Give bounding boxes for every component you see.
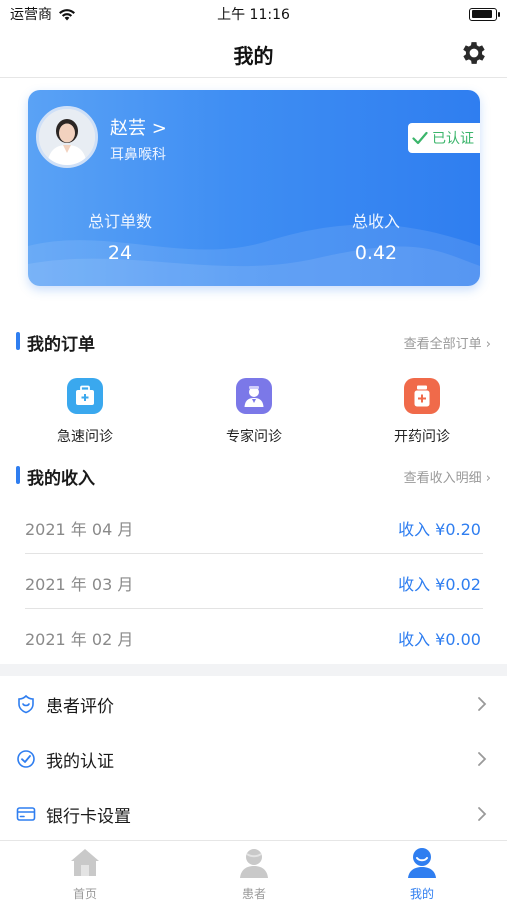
menu-label: 银行卡设置 xyxy=(46,807,131,827)
gear-icon[interactable] xyxy=(459,38,489,68)
income-month: 2021 年 02 月 xyxy=(25,630,134,649)
chevron-right-icon xyxy=(478,752,487,766)
home-icon xyxy=(71,849,99,876)
income-amount: 收入 ¥0.00 xyxy=(398,630,481,649)
tab-label: 患者 xyxy=(241,887,266,900)
income-section-header: 我的收入 查看收入明细 › xyxy=(16,464,491,489)
battery-icon xyxy=(469,7,500,21)
stat-value: 0.42 xyxy=(354,242,398,264)
section-accent-bar xyxy=(16,332,20,350)
tab-label: 首页 xyxy=(72,887,97,900)
income-row[interactable]: 2021 年 02 月 收入 ¥0.00 xyxy=(25,610,483,664)
order-label: 专家问诊 xyxy=(226,429,282,445)
menu-label: 患者评价 xyxy=(46,697,114,717)
income-amount: 收入 ¥0.02 xyxy=(398,575,481,594)
stat-label: 总订单数 xyxy=(87,212,152,231)
profile-card[interactable]: 赵芸 > 耳鼻喉科 已认证 总订单数 24 总收入 0.42 xyxy=(28,90,480,286)
order-label: 开药问诊 xyxy=(394,429,450,445)
view-income-details-link[interactable]: 查看收入明细 › xyxy=(404,467,491,486)
stat-total-orders: 总订单数 24 xyxy=(82,208,158,264)
chevron-right-icon xyxy=(478,697,487,711)
menu-my-certification[interactable]: 我的认证 xyxy=(0,732,507,787)
doctor-photo xyxy=(39,109,95,165)
check-circle-icon xyxy=(17,750,35,768)
stat-label: 总收入 xyxy=(351,212,400,231)
page-title: 我的 xyxy=(233,44,274,68)
section-divider xyxy=(0,664,507,676)
nav-bar: 我的 xyxy=(0,28,507,78)
section-title: 我的订单 xyxy=(27,335,95,355)
menu-bank-card-settings[interactable]: 银行卡设置 xyxy=(0,787,507,842)
income-month: 2021 年 04 月 xyxy=(25,520,134,539)
verified-label: 已认证 xyxy=(432,131,474,147)
section-title: 我的收入 xyxy=(27,469,95,489)
tab-home[interactable]: 首页 xyxy=(45,845,125,900)
verified-badge: 已认证 xyxy=(408,123,480,153)
medical-kit-icon xyxy=(67,378,103,414)
stat-total-income: 总收入 0.42 xyxy=(338,208,414,264)
doctor-icon xyxy=(236,378,272,414)
section-accent-bar xyxy=(16,466,20,484)
view-all-orders-link[interactable]: 查看全部订单 › xyxy=(404,333,491,352)
avatar[interactable] xyxy=(36,106,98,168)
income-month: 2021 年 03 月 xyxy=(25,575,134,594)
orders-section-header: 我的订单 查看全部订单 › xyxy=(16,330,491,355)
doctor-name[interactable]: 赵芸 > xyxy=(110,114,167,140)
stat-value: 24 xyxy=(107,242,133,264)
tab-bar: 首页 患者 我的 xyxy=(0,840,507,900)
order-label: 急速问诊 xyxy=(57,429,113,445)
tab-label: 我的 xyxy=(409,887,434,900)
income-amount: 收入 ¥0.20 xyxy=(398,520,481,539)
order-prescription-consult[interactable]: 开药问诊 xyxy=(372,378,472,446)
menu-patient-reviews[interactable]: 患者评价 xyxy=(0,677,507,732)
tab-mine[interactable]: 我的 xyxy=(382,845,462,900)
bank-card-icon xyxy=(16,807,36,821)
patient-icon xyxy=(240,849,268,878)
order-expert-consult[interactable]: 专家问诊 xyxy=(204,378,304,446)
user-icon xyxy=(408,848,436,878)
doctor-department: 耳鼻喉科 xyxy=(110,147,166,163)
tab-patients[interactable]: 患者 xyxy=(214,845,294,900)
check-icon xyxy=(412,131,428,145)
status-bar: 运营商 上午 11:16 xyxy=(0,0,507,28)
menu-label: 我的认证 xyxy=(46,752,114,772)
income-row[interactable]: 2021 年 04 月 收入 ¥0.20 xyxy=(25,500,483,554)
income-row[interactable]: 2021 年 03 月 收入 ¥0.02 xyxy=(25,555,483,609)
medicine-bottle-icon xyxy=(404,378,440,414)
status-time: 上午 11:16 xyxy=(217,7,290,23)
rating-icon xyxy=(18,694,34,714)
order-quick-consult[interactable]: 急速问诊 xyxy=(35,378,135,446)
chevron-right-icon xyxy=(478,807,487,821)
